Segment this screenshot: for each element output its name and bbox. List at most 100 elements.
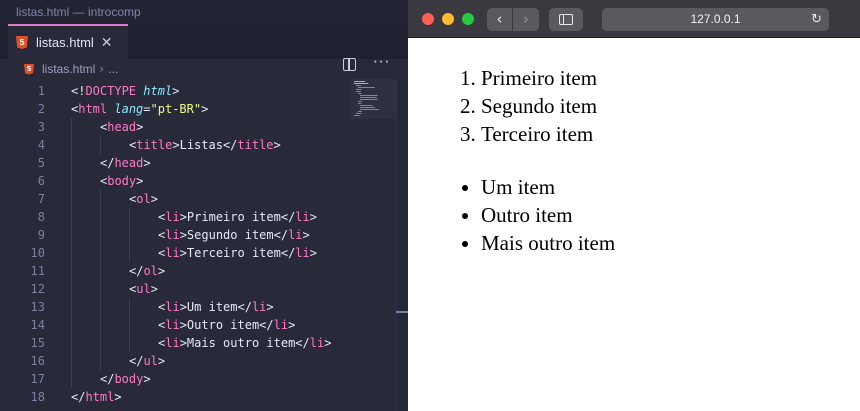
back-button[interactable]: ‹ — [487, 8, 513, 31]
code-line[interactable]: 12 <ul> — [0, 280, 346, 298]
indent-guide — [129, 298, 130, 316]
indent-guide — [100, 316, 101, 334]
window-maximize-button[interactable] — [462, 13, 474, 25]
html5-file-icon: 5 — [24, 63, 34, 75]
code-line[interactable]: 5 </head> — [0, 154, 346, 172]
breadcrumb-symbols[interactable]: ... — [108, 62, 118, 76]
indent-guide — [100, 136, 101, 154]
reload-icon[interactable]: ↻ — [811, 10, 822, 29]
code-text-content: Segundo item — [186, 228, 274, 242]
code-punctuation: > — [179, 210, 187, 224]
vertical-scrollbar[interactable] — [396, 79, 408, 411]
close-icon[interactable]: ✕ — [101, 35, 113, 51]
code-punctuation: > — [172, 138, 180, 152]
code-tag-name: li — [288, 228, 303, 242]
line-number: 13 — [30, 300, 45, 314]
line-number: 14 — [30, 318, 45, 332]
address-bar[interactable]: 127.0.0.1 ↻ — [602, 8, 829, 31]
code-text: <li>Primeiro item</li> — [158, 208, 317, 226]
code-text: <li>Outro item</li> — [158, 316, 295, 334]
code-line[interactable]: 6 <body> — [0, 172, 346, 190]
forward-button[interactable]: › — [513, 8, 539, 31]
code-line[interactable]: 13 <li>Um item</li> — [0, 298, 346, 316]
code-punctuation: > — [309, 246, 317, 260]
line-number: 2 — [37, 102, 45, 116]
tab-listas-html[interactable]: 5 listas.html ✕ — [8, 24, 128, 59]
code-tag-name: ul — [143, 354, 158, 368]
code-text: <li>Segundo item</li> — [158, 226, 310, 244]
code-text: </ol> — [129, 262, 165, 280]
code-punctuation: > — [302, 228, 310, 242]
indent-guide — [71, 118, 72, 136]
code-line[interactable]: 7 <ol> — [0, 190, 346, 208]
indent-guide — [129, 244, 130, 262]
code-line[interactable]: 18 </html> — [0, 388, 346, 406]
code-tag-name: body — [107, 174, 137, 188]
sidebar-toggle-button[interactable] — [549, 8, 583, 31]
indent-guide — [100, 208, 101, 226]
code-line[interactable]: 10 <li>Terceiro item</li> — [0, 244, 346, 262]
code-line[interactable]: 4 <title>Listas</title> — [0, 136, 346, 154]
window-close-button[interactable] — [422, 13, 434, 25]
indent-guide — [71, 370, 72, 388]
code-text: </head> — [100, 154, 151, 172]
minimap[interactable] — [346, 79, 396, 411]
code-line[interactable]: 11 </ol> — [0, 262, 346, 280]
indent-guide — [71, 154, 72, 172]
code-tag-name: body — [114, 372, 144, 386]
code-punctuation: > — [143, 372, 151, 386]
code-punctuation: > — [172, 84, 180, 98]
code-tag-name: html — [78, 102, 108, 116]
code-line[interactable]: 9 <li>Segundo item</li> — [0, 226, 346, 244]
code-punctuation: > — [179, 318, 187, 332]
code-line[interactable]: 14 <li>Outro item</li> — [0, 316, 346, 334]
indent-guide — [100, 352, 101, 370]
code-tag-name: title — [237, 138, 274, 152]
indent-guide — [71, 352, 72, 370]
code-tag-name: ul — [136, 282, 151, 296]
line-number: 1 — [37, 84, 45, 98]
code-editor-window: listas.html — introcomp 5 listas.html ✕ … — [0, 0, 408, 411]
scrollbar-position-marker — [396, 311, 408, 313]
code-text-content: Mais outro item — [186, 336, 296, 350]
code-punctuation: > — [309, 210, 317, 224]
code-punctuation: = — [143, 102, 151, 116]
line-number: 3 — [37, 120, 45, 134]
html5-file-icon: 5 — [16, 36, 28, 49]
indent-guide — [129, 208, 130, 226]
code-line[interactable]: 8 <li>Primeiro item</li> — [0, 208, 346, 226]
code-punctuation: </ — [280, 210, 296, 224]
indent-guide — [71, 208, 72, 226]
code-text: <head> — [100, 118, 143, 136]
code-area[interactable]: 1 <!DOCTYPE html> 2 <html lang="pt-BR"> 3 <he… — [0, 79, 346, 411]
code-text: <ol> — [129, 190, 158, 208]
ordered-list-item: Primeiro item — [481, 64, 597, 92]
ordered-list-item: Terceiro item — [481, 120, 597, 148]
unordered-list: Um itemOutro itemMais outro item — [481, 173, 615, 257]
code-line[interactable]: 3 <head> — [0, 118, 346, 136]
code-line[interactable]: 1 <!DOCTYPE html> — [0, 82, 346, 100]
line-number: 15 — [30, 336, 45, 350]
code-punctuation: > — [136, 174, 144, 188]
breadcrumb-file[interactable]: listas.html — [42, 62, 95, 76]
indent-guide — [71, 172, 72, 190]
code-line[interactable]: 17 </body> — [0, 370, 346, 388]
code-punctuation: </ — [222, 138, 238, 152]
minimap-viewport[interactable] — [350, 79, 396, 119]
code-punctuation: > — [114, 390, 122, 404]
code-doctype-value: html — [143, 84, 173, 98]
code-line[interactable]: 15 <li>Mais outro item</li> — [0, 334, 346, 352]
code-tag-name: title — [136, 138, 173, 152]
code-line[interactable]: 2 <html lang="pt-BR"> — [0, 100, 346, 118]
indent-guide — [100, 262, 101, 280]
indent-guide — [129, 316, 130, 334]
code-text-content: Um item — [186, 300, 238, 314]
code-line[interactable]: 16 </ul> — [0, 352, 346, 370]
code-text: <body> — [100, 172, 143, 190]
code-text: <html lang="pt-BR"> — [71, 100, 208, 118]
code-punctuation: </ — [100, 372, 115, 386]
indent-guide — [71, 262, 72, 280]
code-text: <li>Terceiro item</li> — [158, 244, 317, 262]
indent-guide — [100, 280, 101, 298]
window-minimize-button[interactable] — [442, 13, 454, 25]
